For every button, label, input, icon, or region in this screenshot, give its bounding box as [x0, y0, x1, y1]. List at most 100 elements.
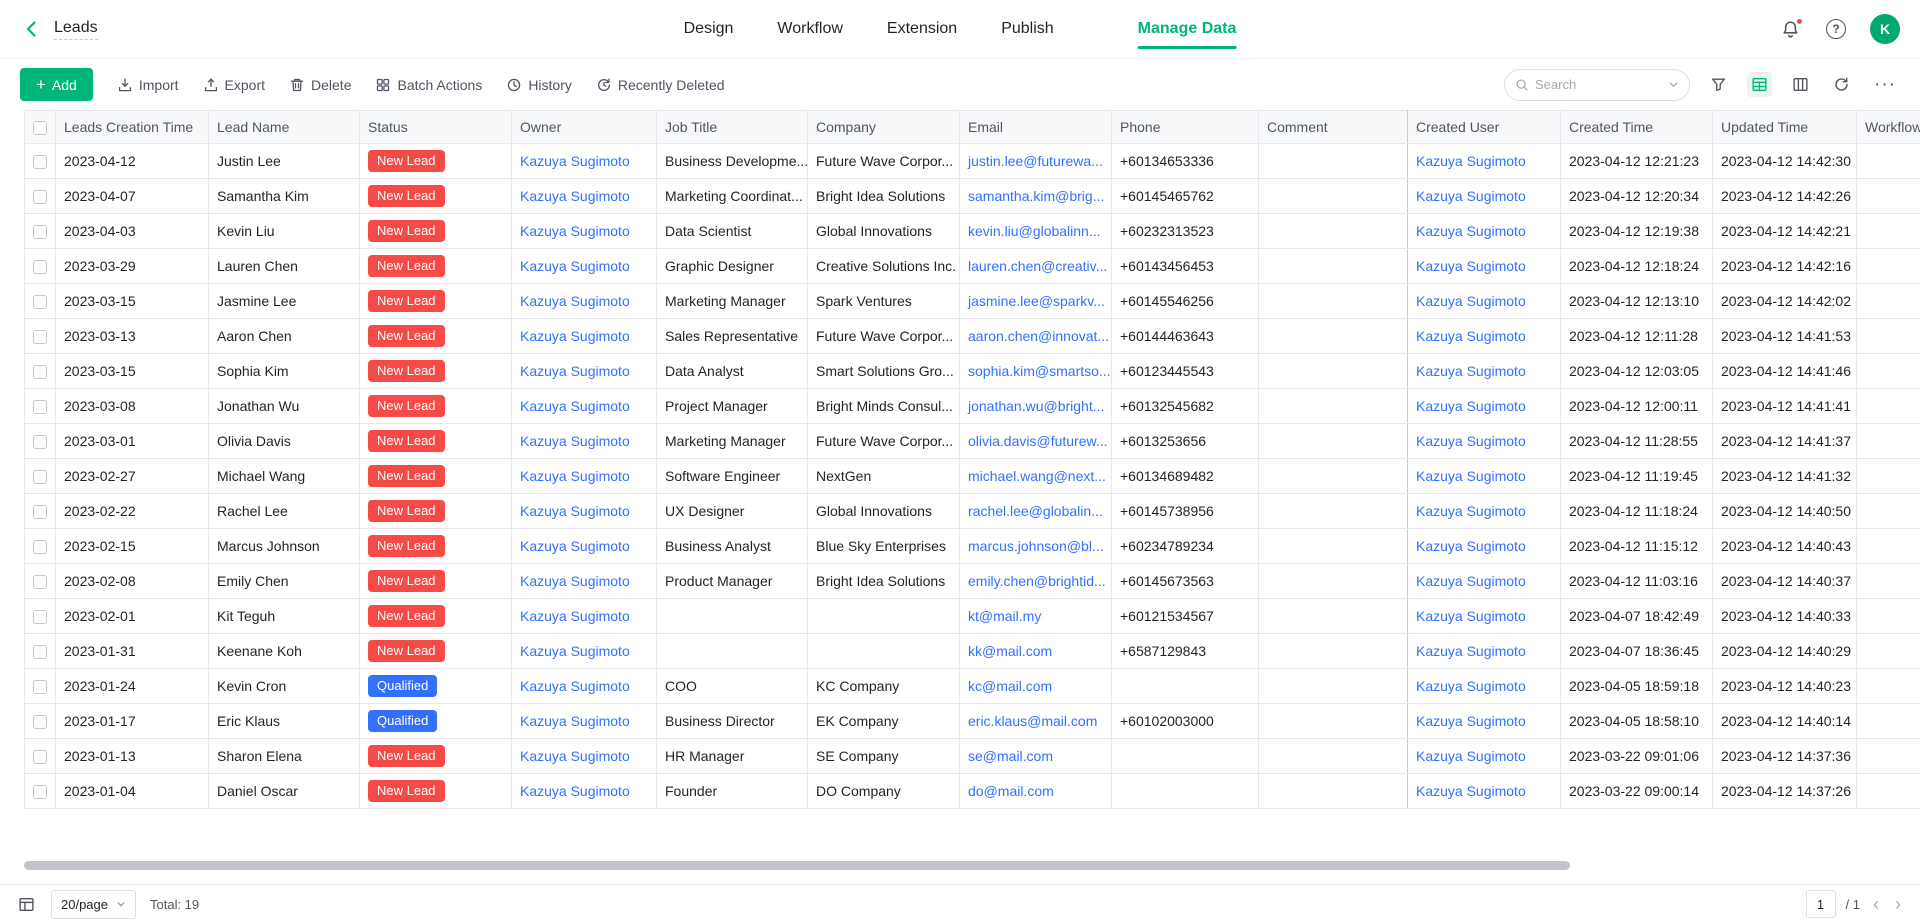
owner-link[interactable]: Kazuya Sugimoto: [512, 249, 657, 284]
tab-workflow[interactable]: Workflow: [777, 0, 843, 58]
select-all-checkbox[interactable]: [33, 121, 47, 135]
created-user-link[interactable]: Kazuya Sugimoto: [1408, 354, 1561, 389]
row-checkbox[interactable]: [33, 260, 47, 274]
recently-deleted-button[interactable]: Recently Deleted: [596, 77, 725, 93]
created-user-link[interactable]: Kazuya Sugimoto: [1408, 529, 1561, 564]
email-link[interactable]: rachel.lee@globalin...: [960, 494, 1112, 529]
search-input[interactable]: [1535, 77, 1662, 92]
created-user-link[interactable]: Kazuya Sugimoto: [1408, 669, 1561, 704]
created-user-link[interactable]: Kazuya Sugimoto: [1408, 494, 1561, 529]
notifications-button[interactable]: [1779, 18, 1802, 41]
row-checkbox[interactable]: [33, 295, 47, 309]
page-input[interactable]: [1806, 890, 1836, 918]
search-box[interactable]: [1504, 69, 1690, 101]
created-user-link[interactable]: Kazuya Sugimoto: [1408, 739, 1561, 774]
created-user-link[interactable]: Kazuya Sugimoto: [1408, 319, 1561, 354]
row-checkbox[interactable]: [33, 470, 47, 484]
created-user-link[interactable]: Kazuya Sugimoto: [1408, 704, 1561, 739]
refresh-button[interactable]: [1829, 72, 1854, 97]
export-button[interactable]: Export: [203, 77, 265, 93]
owner-link[interactable]: Kazuya Sugimoto: [512, 179, 657, 214]
next-page-button[interactable]: ›: [1892, 895, 1904, 913]
row-checkbox[interactable]: [33, 155, 47, 169]
email-link[interactable]: sophia.kim@smartso...: [960, 354, 1112, 389]
delete-button[interactable]: Delete: [289, 77, 351, 93]
email-link[interactable]: aaron.chen@innovat...: [960, 319, 1112, 354]
email-link[interactable]: kc@mail.com: [960, 669, 1112, 704]
row-checkbox[interactable]: [33, 435, 47, 449]
owner-link[interactable]: Kazuya Sugimoto: [512, 284, 657, 319]
filter-button[interactable]: [1706, 72, 1731, 97]
created-user-link[interactable]: Kazuya Sugimoto: [1408, 459, 1561, 494]
row-checkbox[interactable]: [33, 680, 47, 694]
tab-manage-data[interactable]: Manage Data: [1138, 0, 1237, 58]
row-checkbox[interactable]: [33, 540, 47, 554]
created-user-link[interactable]: Kazuya Sugimoto: [1408, 179, 1561, 214]
owner-link[interactable]: Kazuya Sugimoto: [512, 774, 657, 809]
created-user-link[interactable]: Kazuya Sugimoto: [1408, 774, 1561, 809]
page-title[interactable]: Leads: [54, 19, 98, 40]
row-checkbox[interactable]: [33, 330, 47, 344]
email-link[interactable]: olivia.davis@futurew...: [960, 424, 1112, 459]
tab-extension[interactable]: Extension: [887, 0, 957, 58]
created-user-link[interactable]: Kazuya Sugimoto: [1408, 599, 1561, 634]
email-link[interactable]: do@mail.com: [960, 774, 1112, 809]
owner-link[interactable]: Kazuya Sugimoto: [512, 564, 657, 599]
row-checkbox[interactable]: [33, 190, 47, 204]
owner-link[interactable]: Kazuya Sugimoto: [512, 214, 657, 249]
owner-link[interactable]: Kazuya Sugimoto: [512, 494, 657, 529]
email-link[interactable]: se@mail.com: [960, 739, 1112, 774]
owner-link[interactable]: Kazuya Sugimoto: [512, 669, 657, 704]
table-view-button[interactable]: [1747, 72, 1772, 97]
column-header[interactable]: Owner: [512, 111, 657, 144]
add-button[interactable]: + Add: [20, 68, 93, 101]
column-header[interactable]: Lead Name: [209, 111, 360, 144]
owner-link[interactable]: Kazuya Sugimoto: [512, 634, 657, 669]
email-link[interactable]: samantha.kim@brig...: [960, 179, 1112, 214]
back-button[interactable]: [20, 17, 44, 41]
search-chevron-down-icon[interactable]: [1668, 79, 1679, 90]
row-checkbox[interactable]: [33, 505, 47, 519]
column-header[interactable]: Created Time: [1561, 111, 1713, 144]
created-user-link[interactable]: Kazuya Sugimoto: [1408, 424, 1561, 459]
email-link[interactable]: lauren.chen@creativ...: [960, 249, 1112, 284]
owner-link[interactable]: Kazuya Sugimoto: [512, 704, 657, 739]
owner-link[interactable]: Kazuya Sugimoto: [512, 739, 657, 774]
email-link[interactable]: kt@mail.my: [960, 599, 1112, 634]
column-header[interactable]: Email: [960, 111, 1112, 144]
created-user-link[interactable]: Kazuya Sugimoto: [1408, 214, 1561, 249]
kanban-view-button[interactable]: [1788, 72, 1813, 97]
more-button[interactable]: ···: [1870, 71, 1900, 98]
field-config-button[interactable]: [16, 894, 37, 915]
column-header[interactable]: Updated Time: [1713, 111, 1857, 144]
owner-link[interactable]: Kazuya Sugimoto: [512, 424, 657, 459]
owner-link[interactable]: Kazuya Sugimoto: [512, 529, 657, 564]
owner-link[interactable]: Kazuya Sugimoto: [512, 459, 657, 494]
horizontal-scrollbar[interactable]: [24, 861, 1570, 870]
page-size-select[interactable]: 20/page: [51, 890, 136, 919]
column-header[interactable]: Created User: [1408, 111, 1561, 144]
help-button[interactable]: ?: [1824, 17, 1848, 41]
row-checkbox[interactable]: [33, 575, 47, 589]
email-link[interactable]: jonathan.wu@bright...: [960, 389, 1112, 424]
created-user-link[interactable]: Kazuya Sugimoto: [1408, 284, 1561, 319]
email-link[interactable]: marcus.johnson@bl...: [960, 529, 1112, 564]
row-checkbox[interactable]: [33, 785, 47, 799]
email-link[interactable]: kk@mail.com: [960, 634, 1112, 669]
tab-publish[interactable]: Publish: [1001, 0, 1053, 58]
import-button[interactable]: Import: [117, 77, 179, 93]
column-header[interactable]: Phone: [1112, 111, 1259, 144]
column-header[interactable]: Leads Creation Time: [56, 111, 209, 144]
created-user-link[interactable]: Kazuya Sugimoto: [1408, 634, 1561, 669]
email-link[interactable]: emily.chen@brightid...: [960, 564, 1112, 599]
email-link[interactable]: kevin.liu@globalinn...: [960, 214, 1112, 249]
column-header[interactable]: Status: [360, 111, 512, 144]
row-checkbox[interactable]: [33, 610, 47, 624]
row-checkbox[interactable]: [33, 400, 47, 414]
column-header[interactable]: Company: [808, 111, 960, 144]
row-checkbox[interactable]: [33, 645, 47, 659]
batch-actions-button[interactable]: Batch Actions: [375, 77, 482, 93]
column-header[interactable]: Workflow: [1857, 111, 1920, 144]
row-checkbox[interactable]: [33, 750, 47, 764]
owner-link[interactable]: Kazuya Sugimoto: [512, 319, 657, 354]
